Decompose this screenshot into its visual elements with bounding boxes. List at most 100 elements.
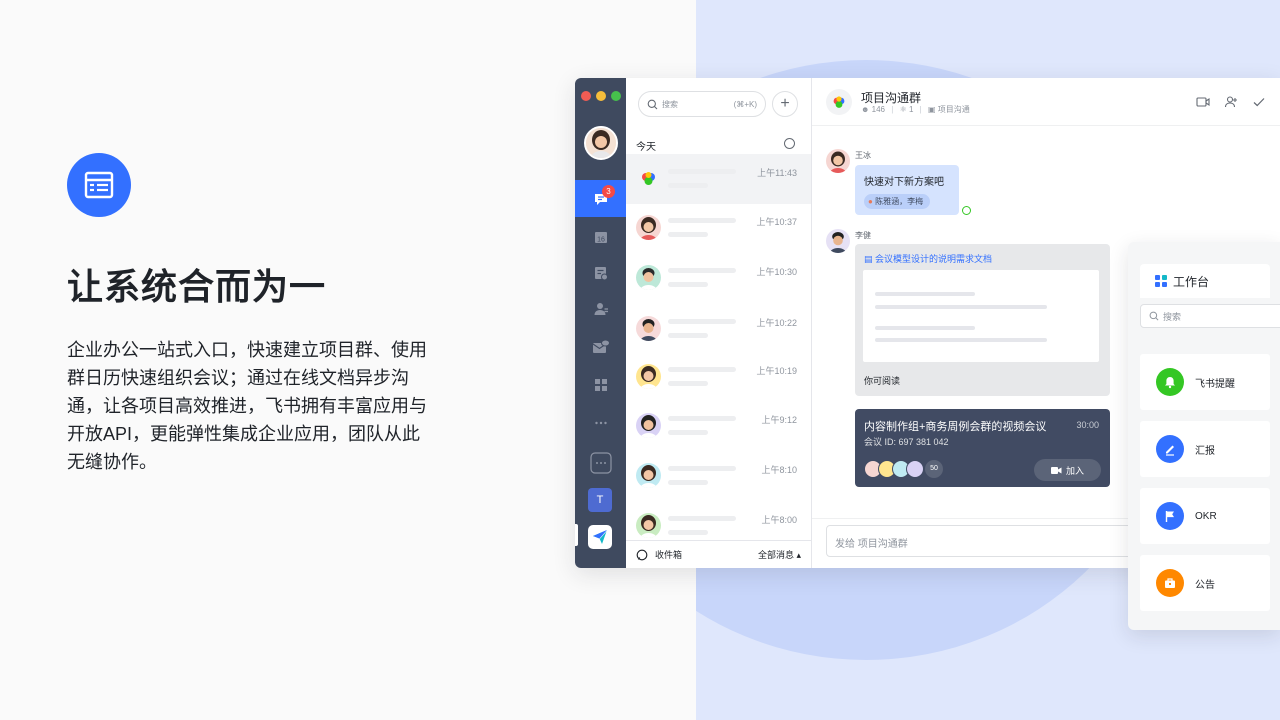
nav-workplace[interactable] [575, 366, 626, 403]
user-avatar [636, 215, 661, 240]
department-icon: ▣ [927, 105, 936, 114]
chat-time: 上午9:12 [761, 415, 797, 425]
nav-calendar[interactable]: 16 [575, 218, 626, 255]
group-meta: ☻ 146 | ⚛ 1 | ▣ 项目沟通 [861, 105, 970, 114]
sender-avatar[interactable] [826, 229, 850, 253]
create-button[interactable]: + [772, 91, 798, 117]
nav-more-apps[interactable] [575, 444, 626, 481]
read-check-icon [962, 206, 971, 215]
app-reminder[interactable]: 飞书提醒 [1140, 354, 1270, 410]
chat-time: 上午10:37 [756, 217, 797, 227]
video-meeting-card: 内容制作组+商务周例会群的视频会议 30:00 会议 ID: 697 381 0… [855, 409, 1110, 487]
user-avatar [636, 316, 661, 341]
participant-count: 50 [925, 460, 943, 478]
user-avatar [636, 513, 661, 538]
chat-item[interactable]: 上午10:30 [626, 253, 811, 303]
maximize-window-button[interactable] [611, 91, 621, 101]
workbench-search-input[interactable]: 搜索 [1140, 304, 1280, 328]
mention-tag[interactable]: ● 陈雅涵，李梅 [864, 194, 931, 209]
briefcase-icon [1156, 569, 1184, 597]
participant-avatars [864, 460, 924, 478]
sender-avatar[interactable] [826, 149, 850, 173]
chat-item[interactable]: 上午10:37 [626, 203, 811, 253]
plus-icon: + [780, 95, 790, 112]
app-report[interactable]: 汇报 [1140, 421, 1270, 477]
nav-messenger[interactable]: 3 [575, 180, 626, 217]
user-avatar [636, 364, 661, 389]
preview-placeholder [668, 183, 708, 188]
docs-icon [594, 266, 608, 280]
search-icon [647, 99, 658, 109]
name-placeholder [668, 466, 736, 471]
search-placeholder: 搜索 [662, 99, 678, 109]
members-icon: ☻ [861, 105, 870, 114]
minimize-window-button[interactable] [596, 91, 606, 101]
chat-time: 上午8:00 [761, 515, 797, 525]
video-icon [1050, 466, 1062, 474]
meeting-duration: 30:00 [1076, 420, 1099, 430]
chat-search-input[interactable]: 搜索 (⌘+K) [638, 91, 766, 117]
chat-item[interactable]: 上午10:19 [626, 352, 811, 402]
name-placeholder [668, 169, 736, 174]
workbench-header: 工作台 [1140, 264, 1270, 298]
preview-placeholder [668, 530, 708, 535]
join-meeting-button[interactable]: 加入 [1034, 459, 1101, 481]
chat-time: 上午8:10 [761, 465, 797, 475]
nav-more[interactable] [575, 404, 626, 441]
nav-mail[interactable] [575, 328, 626, 365]
close-window-button[interactable] [581, 91, 591, 101]
preview-placeholder [668, 430, 708, 435]
group-avatar[interactable] [826, 89, 852, 115]
video-call-icon[interactable] [1196, 95, 1210, 109]
bell-icon [1156, 368, 1184, 396]
nav-rail: 3 16 T [575, 78, 626, 568]
workbench-panel: 工作台 搜索 飞书提醒 汇报 OKR 公告 [1128, 242, 1280, 630]
nav-contacts[interactable] [575, 290, 626, 327]
more-dots-icon [594, 421, 607, 424]
mention-names: 陈雅涵，李梅 [875, 197, 924, 206]
meeting-id: 会议 ID: 697 381 042 [864, 437, 949, 447]
user-avatar[interactable] [584, 126, 618, 160]
workspace-avatar[interactable]: T [588, 488, 612, 512]
active-indicator [575, 524, 578, 546]
chat-header: 项目沟通群 ☻ 146 | ⚛ 1 | ▣ 项目沟通 [812, 78, 1280, 126]
collapse-up-icon[interactable] [784, 138, 795, 149]
name-placeholder [668, 416, 736, 421]
chat-item[interactable]: 上午9:12 [626, 401, 811, 451]
apps-grid-icon [594, 378, 607, 391]
user-avatar [636, 265, 661, 290]
name-placeholder [668, 367, 736, 372]
inbox-link[interactable]: 收件箱 [655, 548, 682, 561]
workbench-title: 工作台 [1173, 274, 1210, 289]
name-placeholder [668, 218, 736, 223]
chat-item[interactable]: 上午8:00 [626, 501, 811, 539]
more-apps-icon [589, 451, 612, 474]
all-messages-filter[interactable]: 全部消息 ▴ [758, 548, 801, 561]
chat-item[interactable]: 上午8:10 [626, 451, 811, 501]
chat-item[interactable]: 上午10:22 [626, 304, 811, 354]
doc-permission: 你可阅读 [864, 376, 901, 386]
doc-card[interactable]: ▤ 会议模型设计的说明需求文档 你可阅读 [855, 244, 1110, 396]
add-member-icon[interactable] [1224, 95, 1238, 109]
nav-docs[interactable] [575, 254, 626, 291]
chat-item-group[interactable]: 上午11:43 [626, 154, 811, 204]
user-avatar [636, 463, 661, 488]
department-name: 项目沟通 [937, 105, 970, 114]
document-list-icon [67, 153, 131, 217]
doc-title[interactable]: ▤ 会议模型设计的说明需求文档 [864, 252, 992, 265]
workbench-icon [1155, 275, 1167, 287]
lark-logo-icon[interactable] [588, 525, 612, 549]
preview-placeholder [668, 480, 708, 485]
bot-icon: ⚛ [899, 105, 907, 114]
name-placeholder [668, 268, 736, 273]
app-announcement[interactable]: 公告 [1140, 555, 1270, 611]
check-icon[interactable] [1252, 95, 1266, 109]
mention-icon: ● [868, 197, 873, 206]
contacts-icon [594, 302, 608, 315]
unread-badge: 3 [602, 185, 615, 198]
app-okr[interactable]: OKR [1140, 488, 1270, 544]
search-icon [1149, 311, 1159, 321]
calendar-icon: 16 [594, 231, 607, 243]
sender-name: 李健 [855, 231, 871, 240]
name-placeholder [668, 319, 736, 324]
